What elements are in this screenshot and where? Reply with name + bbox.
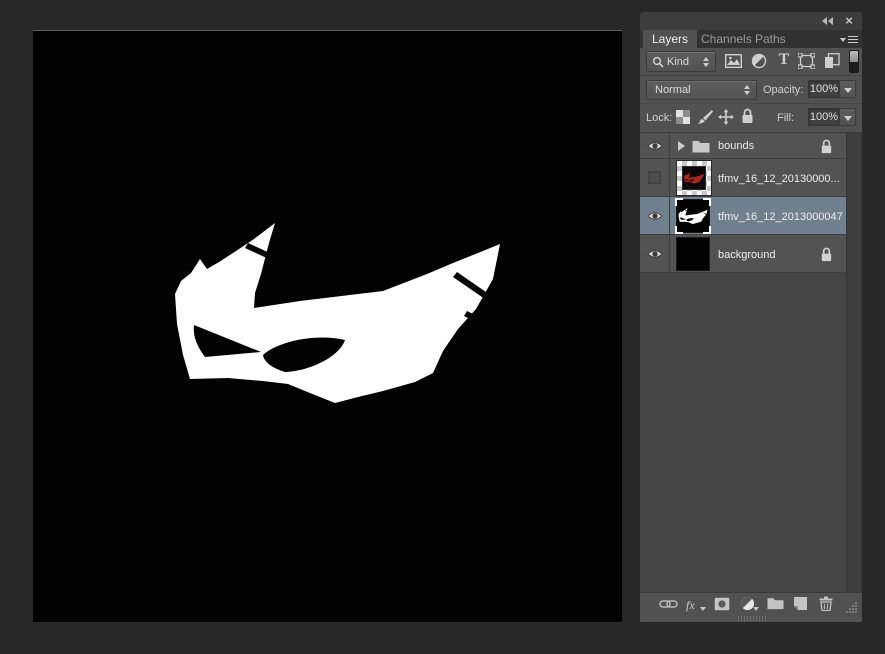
layer-thumbnail-background[interactable]: [676, 237, 710, 271]
layer-thumbnail-selected[interactable]: [675, 198, 711, 234]
layer-row-hidden[interactable]: tfmv_16_12_20130000...: [640, 159, 846, 197]
selection-corner-icon: [703, 226, 711, 234]
thumbnail-art-red: [684, 172, 704, 184]
layer-name[interactable]: tfmv_16_12_20130000...: [718, 173, 840, 185]
scrollbar-track[interactable]: [846, 133, 862, 592]
filter-type-layers-icon[interactable]: T: [777, 52, 791, 68]
panel-resize-grip-icon[interactable]: [845, 601, 858, 614]
lock-row: Lock: Fill: 100%: [640, 104, 862, 132]
layer-style-fx-icon[interactable]: fx: [686, 596, 706, 614]
selection-corner-icon: [675, 198, 683, 206]
lock-pixels-brush-icon[interactable]: [697, 109, 713, 125]
new-group-folder-icon[interactable]: [767, 597, 784, 610]
filter-on-off-switch[interactable]: [849, 50, 859, 73]
layer-row-selected[interactable]: tfmv_16_12_2013000047: [640, 197, 846, 235]
group-expand-icon[interactable]: [678, 141, 685, 151]
mask-shape: [175, 223, 500, 403]
tab-paths[interactable]: Paths: [746, 30, 795, 48]
document-canvas[interactable]: [33, 30, 622, 622]
blend-mode-value: Normal: [655, 84, 691, 96]
mask-artwork: [175, 223, 500, 403]
folder-icon: [692, 141, 710, 153]
fill-dropdown-button[interactable]: [839, 108, 856, 126]
opacity-label: Opacity:: [763, 84, 804, 96]
panel-drag-handle[interactable]: [738, 616, 766, 621]
filter-row: Kind T: [640, 48, 862, 76]
layer-row-background[interactable]: background: [640, 235, 846, 273]
selection-corner-icon: [675, 226, 683, 234]
mask-wing-slit-short: [464, 311, 491, 328]
filter-kind-dropdown[interactable]: Kind: [646, 51, 716, 72]
opacity-dropdown-button[interactable]: [839, 80, 856, 98]
lock-transparency-icon[interactable]: [676, 110, 690, 124]
visibility-toggle-bounds[interactable]: [640, 133, 670, 158]
layer-name[interactable]: tfmv_16_12_2013000047: [718, 211, 843, 223]
tab-layers[interactable]: Layers: [643, 30, 698, 48]
lock-label: Lock:: [646, 112, 673, 124]
layers-panel: × Layers Channels Paths Kind T Normal Op…: [640, 12, 862, 622]
visibility-toggle-selected[interactable]: [640, 197, 670, 234]
panel-bottom-bar: fx: [640, 592, 862, 615]
blend-row: Normal Opacity: 100%: [640, 76, 862, 104]
panel-menu-icon[interactable]: [840, 35, 858, 45]
eye-icon: [647, 250, 663, 258]
eye-icon: [647, 212, 663, 220]
lock-icon: [821, 247, 832, 262]
layer-name[interactable]: background: [718, 249, 776, 261]
lock-position-move-icon[interactable]: [718, 109, 734, 125]
new-layer-icon[interactable]: [793, 596, 808, 611]
delete-layer-trash-icon[interactable]: [819, 596, 833, 611]
layer-controls: Kind T Normal Opacity: 100% Lock: Fill: …: [640, 48, 862, 133]
lock-icon: [821, 139, 832, 154]
panel-titlebar[interactable]: ×: [640, 12, 862, 30]
layer-name[interactable]: bounds: [718, 140, 754, 152]
add-layer-mask-icon[interactable]: [714, 597, 730, 611]
layer-list-empty-area: [640, 273, 846, 592]
link-layers-icon[interactable]: [659, 599, 678, 609]
filter-pixel-layers-icon[interactable]: [725, 54, 742, 68]
fill-value[interactable]: 100%: [808, 108, 840, 126]
filter-shape-layers-icon[interactable]: [798, 53, 815, 69]
layer-thumbnail[interactable]: [676, 160, 712, 196]
visibility-empty-box: [648, 171, 661, 184]
panel-bottom-edge: [640, 615, 862, 622]
collapse-to-icons-icon[interactable]: [822, 16, 836, 26]
lock-all-icon[interactable]: [741, 108, 754, 124]
search-icon: [652, 56, 664, 68]
filter-adjustment-layers-icon[interactable]: [751, 53, 767, 69]
visibility-toggle-background[interactable]: [640, 235, 670, 272]
filter-smart-objects-icon[interactable]: [824, 53, 840, 69]
blend-mode-dropdown[interactable]: Normal: [646, 80, 757, 100]
close-icon[interactable]: ×: [842, 13, 856, 28]
layer-row-bounds[interactable]: bounds: [640, 133, 846, 159]
eye-icon: [647, 142, 663, 150]
visibility-toggle-hidden[interactable]: [640, 159, 670, 196]
new-adjustment-layer-icon[interactable]: [740, 596, 759, 616]
selection-corner-icon: [703, 198, 711, 206]
panel-tabbar: Layers Channels Paths: [640, 30, 862, 48]
opacity-value[interactable]: 100%: [808, 80, 840, 98]
fill-label: Fill:: [777, 112, 795, 124]
photoshop-workspace: { "panel_header": { "close_icon": "\u00d…: [0, 0, 885, 654]
filter-kind-value: Kind: [667, 56, 690, 68]
